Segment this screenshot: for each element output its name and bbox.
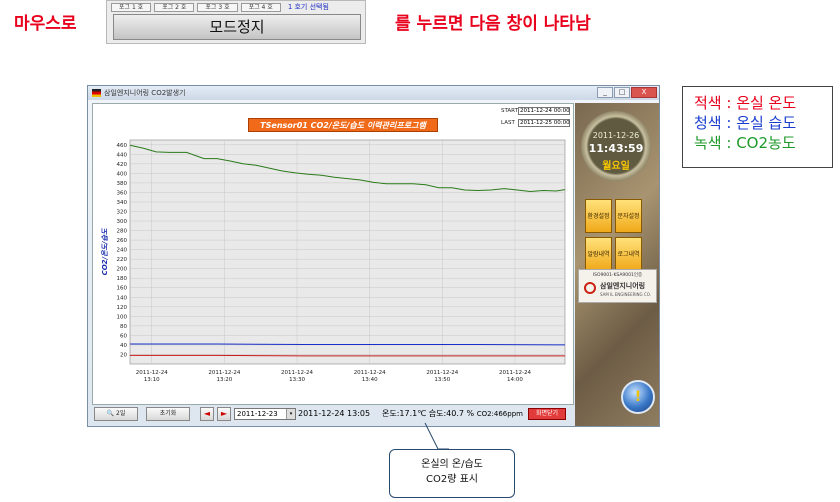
callout-pointer: [424, 422, 449, 450]
callout-line-2: CO2량 표시: [426, 474, 478, 485]
callout-line-1: 온실의 온/습도: [421, 459, 483, 470]
readout-callout: 온실의 온/습도 CO2량 표시: [389, 449, 515, 498]
